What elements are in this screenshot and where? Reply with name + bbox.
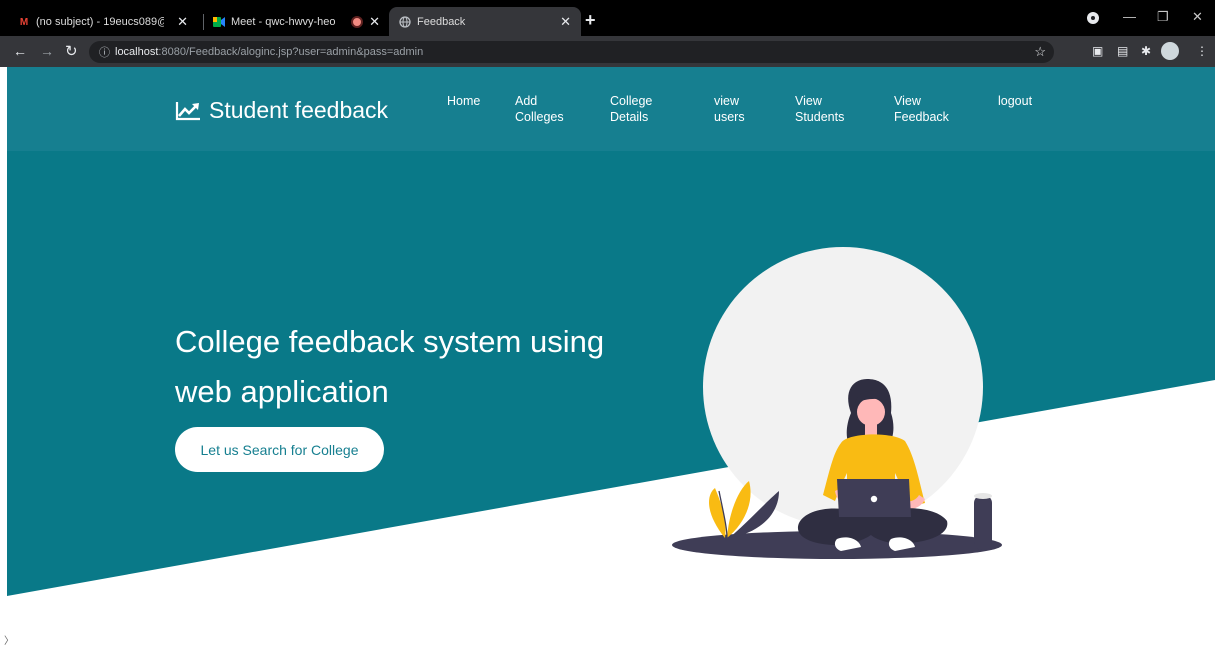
extension-icon[interactable]: ▤ — [1117, 44, 1128, 58]
brand[interactable]: Student feedback — [175, 97, 388, 124]
puzzle-icon[interactable]: ✱ — [1141, 44, 1151, 58]
nav-logout[interactable]: logout — [998, 93, 1032, 109]
tab-feedback[interactable]: Feedback ✕ — [389, 7, 581, 36]
tab-meet[interactable]: Meet - qwc-hwvy-heo ✕ — [203, 8, 390, 36]
avatar[interactable] — [1161, 42, 1179, 60]
gmail-icon: M — [19, 16, 29, 28]
hero-section: College feedback system using web applic… — [7, 151, 1215, 598]
tab-title: (no subject) - 19eucs089@skcet.ac.in — [36, 16, 164, 28]
recording-icon — [351, 16, 363, 28]
address-bar[interactable]: ⓘ localhost :8080/Feedback/aloginc.jsp?u… — [89, 41, 1054, 63]
close-tab-icon[interactable]: ✕ — [369, 14, 380, 30]
nav-view-users[interactable]: view users — [714, 93, 745, 125]
globe-icon — [399, 15, 411, 28]
window-close-icon[interactable]: ✕ — [1192, 9, 1203, 25]
url-host: localhost — [115, 46, 159, 58]
nav-view-students[interactable]: View Students — [795, 93, 844, 125]
woman-laptop-illustration — [672, 247, 1002, 559]
browser-tab-bar: M (no subject) - 19eucs089@skcet.ac.in ✕… — [0, 0, 1215, 36]
close-tab-icon[interactable]: ✕ — [177, 14, 188, 30]
url-path: :8080/Feedback/aloginc.jsp?user=admin&pa… — [158, 46, 424, 58]
nav-add-colleges[interactable]: Add Colleges — [515, 93, 564, 125]
close-tab-icon[interactable]: ✕ — [560, 14, 571, 30]
site-header: Student feedback Home Add Colleges Colle… — [7, 67, 1215, 151]
bookmark-star-icon[interactable]: ☆ — [1034, 44, 1046, 60]
chart-line-icon — [175, 101, 200, 120]
nav-home[interactable]: Home — [447, 93, 480, 109]
new-tab-icon[interactable]: + — [585, 10, 596, 31]
nav-view-feedback[interactable]: View Feedback — [894, 93, 949, 125]
restore-icon[interactable]: ❐ — [1157, 9, 1169, 25]
info-icon[interactable]: ⓘ — [99, 44, 110, 60]
tab-gmail[interactable]: M (no subject) - 19eucs089@skcet.ac.in ✕ — [8, 8, 198, 36]
profile-dot-icon[interactable] — [1087, 12, 1099, 24]
cast-extension-icon[interactable]: ▣ — [1092, 44, 1103, 58]
nav-college-details[interactable]: College Details — [610, 93, 652, 125]
cursor-glyph: 〉 — [4, 636, 14, 647]
forward-icon[interactable]: → — [40, 43, 54, 59]
tab-title: Feedback — [417, 15, 466, 28]
meet-icon — [213, 16, 225, 28]
brand-name: Student feedback — [209, 97, 389, 123]
menu-kebab-icon[interactable]: ⋮ — [1196, 44, 1208, 58]
minimize-icon[interactable]: — — [1123, 9, 1136, 24]
reload-icon[interactable]: ↻ — [65, 42, 78, 60]
tab-title: Meet - qwc-hwvy-heo — [231, 16, 336, 28]
browser-toolbar: ← → ↻ ⓘ localhost :8080/Feedback/aloginc… — [0, 36, 1215, 67]
back-icon[interactable]: ← — [13, 43, 27, 59]
